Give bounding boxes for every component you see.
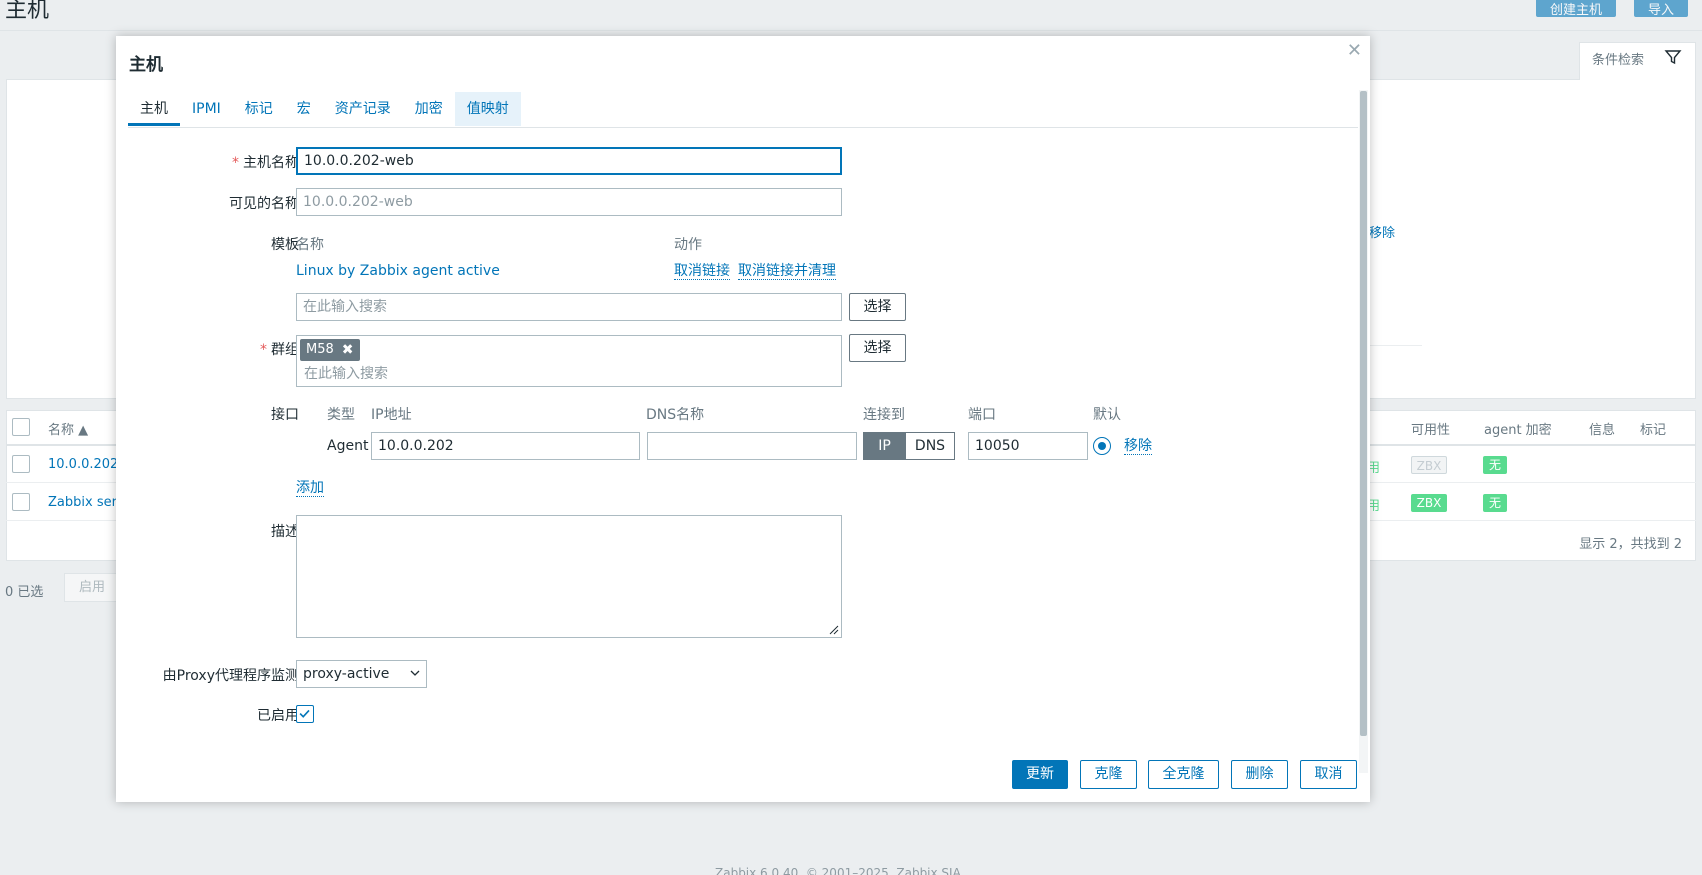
description-textarea[interactable] (296, 515, 842, 638)
column-name[interactable]: 名称 ▲ (48, 419, 88, 438)
availability-badge: ZBX (1411, 494, 1447, 512)
group-tag: M58 ✖ (300, 339, 360, 361)
interface-remove-link[interactable]: 移除 (1124, 438, 1152, 455)
proxy-label: 由Proxy代理程序监测 (162, 668, 299, 684)
enable-button[interactable]: 启用 (64, 573, 120, 602)
host-dialog: 主机 ✕ 主机 IPMI 标记 宏 资产记录 加密 值映射 * 主机名称 10.0… (116, 36, 1370, 802)
interface-port-input[interactable]: 10050 (968, 432, 1088, 460)
tab-value-mapping[interactable]: 值映射 (454, 92, 521, 126)
connect-ip-option[interactable]: IP (863, 432, 906, 460)
tabs-divider (128, 127, 1358, 128)
host-name-label: * 主机名称 (232, 155, 299, 171)
delete-button[interactable]: 删除 (1231, 760, 1288, 789)
connect-to-toggle: IP DNS (863, 432, 955, 460)
filter-tab-label: 条件检索 (1592, 53, 1645, 68)
encryption-badge: 无 (1483, 456, 1507, 474)
interface-add-link[interactable]: 添加 (296, 480, 324, 497)
interface-type: Agent (327, 438, 369, 454)
groups-label: * 群组 (260, 342, 299, 358)
template-search-input[interactable]: 在此输入搜索 (296, 293, 842, 321)
chevron-down-icon (410, 670, 420, 676)
unlink-link[interactable]: 取消链接 (674, 263, 730, 280)
import-button[interactable]: 导入 (1634, 0, 1689, 18)
templates-col-name: 名称 (296, 237, 324, 253)
interface-col-connect: 连接到 (863, 407, 905, 423)
groups-select-button[interactable]: 选择 (849, 334, 906, 362)
enabled-checkbox[interactable] (296, 705, 314, 723)
select-all-checkbox[interactable] (12, 418, 30, 436)
default-interface-radio[interactable] (1093, 437, 1111, 455)
table-summary: 显示 2，共找到 2 (1579, 537, 1682, 552)
groups-search-input[interactable]: 在此输入搜索 (304, 363, 388, 383)
tab-macros[interactable]: 宏 (285, 92, 323, 126)
cancel-button[interactable]: 取消 (1300, 760, 1357, 789)
clone-button[interactable]: 克隆 (1080, 760, 1137, 789)
interfaces-label: 接口 (271, 407, 299, 423)
dialog-title: 主机 (129, 55, 163, 75)
host-name-input[interactable]: 10.0.0.202-web (296, 147, 842, 175)
create-host-button[interactable]: 创建主机 (1536, 0, 1617, 18)
row-checkbox[interactable] (12, 455, 30, 473)
host-link[interactable]: Zabbix ser (48, 495, 117, 510)
proxy-select[interactable]: proxy-active (296, 660, 427, 688)
update-button[interactable]: 更新 (1012, 760, 1068, 789)
enabled-label: 已启用 (257, 708, 299, 724)
tab-encryption[interactable]: 加密 (403, 92, 455, 126)
dialog-scrollbar-thumb[interactable] (1360, 91, 1367, 736)
host-link[interactable]: 10.0.0.202 (48, 457, 118, 472)
visible-name-input[interactable]: 10.0.0.202-web (296, 188, 842, 216)
remove-tag-icon[interactable]: ✖ (342, 339, 354, 361)
column-agent-encryption: agent 加密 (1484, 423, 1552, 438)
filter-divider (1365, 345, 1422, 346)
group-tag-label: M58 (306, 342, 334, 357)
page-title: 主机 (5, 0, 50, 23)
template-select-button[interactable]: 选择 (849, 293, 906, 321)
close-icon[interactable]: ✕ (1347, 40, 1362, 61)
interface-col-port: 端口 (968, 407, 996, 423)
description-label: 描述 (271, 524, 299, 540)
proxy-select-value: proxy-active (303, 666, 390, 682)
interface-col-default: 默认 (1093, 407, 1121, 423)
visible-name-label: 可见的名称 (229, 196, 299, 212)
unlink-clear-link[interactable]: 取消链接并清理 (738, 263, 836, 280)
dialog-tabs: 主机 IPMI 标记 宏 资产记录 加密 值映射 (128, 92, 521, 126)
connect-dns-option[interactable]: DNS (906, 432, 955, 460)
column-availability: 可用性 (1411, 423, 1451, 438)
resize-handle-icon[interactable] (829, 625, 839, 635)
interface-col-ip: IP地址 (371, 407, 412, 423)
filter-remove-link[interactable]: 移除 (1369, 222, 1395, 241)
interface-dns-input[interactable] (647, 432, 857, 460)
tab-inventory[interactable]: 资产记录 (323, 92, 403, 126)
column-info: 信息 (1589, 423, 1616, 438)
full-clone-button[interactable]: 全克隆 (1148, 760, 1219, 789)
interface-col-type: 类型 (327, 407, 355, 423)
templates-label: 模板 (271, 237, 299, 253)
groups-multiselect[interactable]: M58 ✖ 在此输入搜索 (296, 335, 842, 387)
header-divider (0, 30, 1702, 31)
row-checkbox[interactable] (12, 493, 30, 511)
interface-ip-input[interactable]: 10.0.0.202 (371, 432, 640, 460)
filter-icon[interactable] (1664, 48, 1682, 66)
column-tags: 标记 (1640, 423, 1667, 438)
linked-template-link[interactable]: Linux by Zabbix agent active (296, 263, 500, 279)
tab-ipmi[interactable]: IPMI (180, 92, 233, 126)
interface-col-dns: DNS名称 (646, 407, 705, 423)
check-icon (299, 709, 310, 718)
tab-tags[interactable]: 标记 (233, 92, 285, 126)
templates-col-action: 动作 (674, 237, 702, 253)
selected-count: 0 已选 (5, 585, 44, 600)
availability-badge: ZBX (1411, 456, 1447, 474)
page-footer: Zabbix 6.0.40. © 2001–2025, Zabbix SIA (715, 866, 961, 875)
encryption-badge: 无 (1483, 494, 1507, 512)
tab-host[interactable]: 主机 (128, 92, 180, 126)
